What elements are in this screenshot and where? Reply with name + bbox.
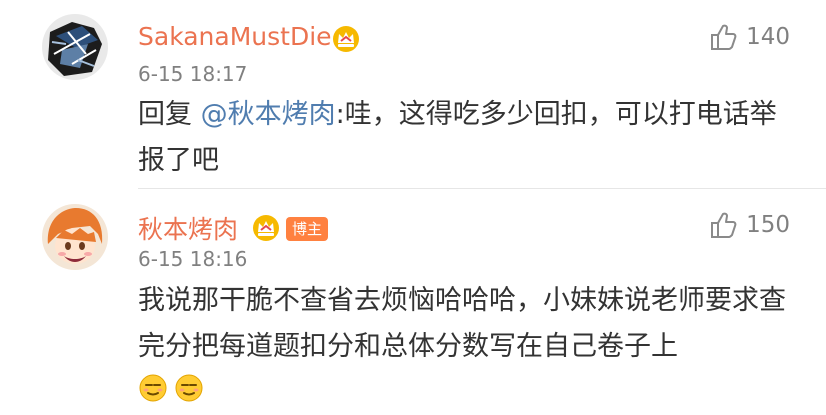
like-count: 140 bbox=[746, 24, 790, 50]
thumbs-up-icon bbox=[711, 212, 737, 238]
username[interactable]: 秋本烤肉 bbox=[138, 210, 238, 246]
avatar[interactable] bbox=[42, 204, 108, 270]
smirk-emoji-icon bbox=[175, 374, 203, 402]
crown-vip-icon[interactable] bbox=[332, 25, 360, 53]
mention-link[interactable]: @秋本烤肉 bbox=[201, 99, 336, 130]
comment-text: 我说那干脆不查省去烦恼哈哈哈，小妹妹说老师要求查完分把每道题扣分和总体分数写在自… bbox=[138, 285, 786, 362]
divider bbox=[138, 188, 826, 189]
thumbs-up-icon bbox=[711, 24, 737, 50]
like-button[interactable]: 140 bbox=[708, 22, 790, 52]
username[interactable]: SakanaMustDie bbox=[138, 22, 332, 51]
emoji-row bbox=[138, 373, 204, 403]
host-badge: 博主 bbox=[286, 217, 329, 241]
comment-time: 6-15 18:17 bbox=[138, 62, 248, 86]
like-count: 150 bbox=[746, 212, 790, 238]
crown-vip-icon[interactable] bbox=[252, 214, 280, 242]
comment-time: 6-15 18:16 bbox=[138, 247, 248, 271]
comment-item: SakanaMustDie 6-15 18:17 140 回复 @秋本烤肉:哇，… bbox=[0, 0, 826, 190]
like-button[interactable]: 150 bbox=[708, 210, 790, 240]
avatar[interactable] bbox=[42, 14, 108, 80]
reply-prefix: 回复 bbox=[138, 99, 192, 130]
comment-text: 回复 @秋本烤肉:哇，这得吃多少回扣，可以打电话举报了吧 bbox=[138, 92, 788, 184]
smirk-emoji-icon bbox=[139, 374, 167, 402]
comment-item: 秋本烤肉 博主 6-15 18:16 150 我说那干脆不查省去烦恼哈哈哈，小妹… bbox=[0, 190, 826, 415]
